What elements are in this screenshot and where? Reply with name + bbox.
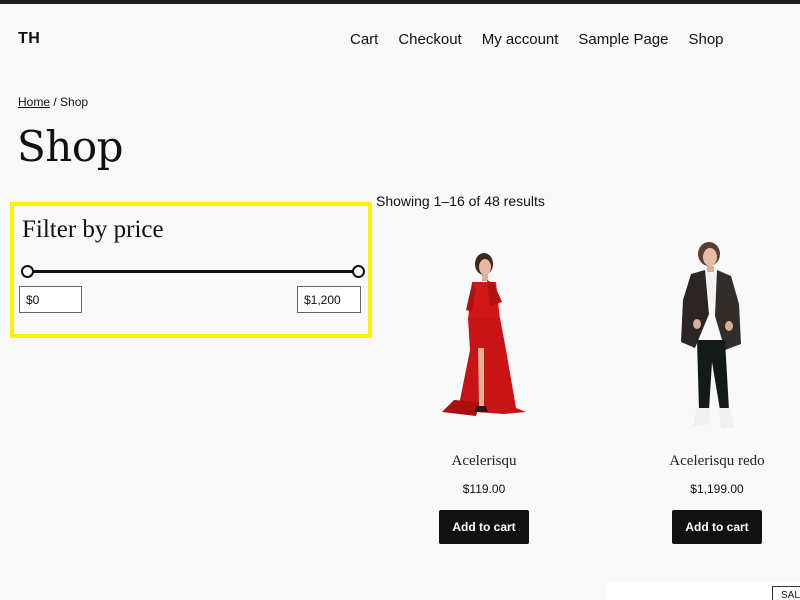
results-count: Showing 1–16 of 48 results	[376, 193, 545, 209]
nav-item-cart[interactable]: Cart	[350, 31, 378, 48]
breadcrumb-separator: /	[50, 95, 61, 109]
top-bar	[0, 0, 800, 4]
woman-red-dress-image[interactable]	[384, 240, 584, 435]
breadcrumb-home-link[interactable]: Home	[18, 95, 50, 109]
site-title[interactable]: TH	[18, 30, 40, 48]
nav-item-shop[interactable]: Shop	[688, 31, 723, 48]
sale-badge: SAL	[772, 586, 800, 600]
nav-item-sample-page[interactable]: Sample Page	[578, 31, 668, 48]
product-card: Acelerisqu redo $1,199.00 Add to cart	[617, 240, 800, 544]
woman-leather-jacket-image[interactable]	[617, 240, 800, 435]
product-price: $1,199.00	[690, 482, 744, 496]
price-filter-widget: Filter by price	[10, 202, 372, 338]
max-price-input[interactable]	[297, 286, 361, 313]
product-name[interactable]: Acelerisqu	[384, 453, 584, 470]
nav-item-my-account[interactable]: My account	[482, 31, 559, 48]
product-name[interactable]: Acelerisqu redo	[617, 453, 800, 470]
price-slider-track[interactable]	[28, 270, 360, 273]
filter-title: Filter by price	[22, 216, 164, 243]
add-to-cart-button[interactable]: Add to cart	[672, 510, 762, 544]
nav-item-checkout[interactable]: Checkout	[398, 31, 461, 48]
page-title: Shop	[17, 122, 124, 171]
product-card: Acelerisqu $119.00 Add to cart	[384, 240, 584, 544]
main-navigation: Cart Checkout My account Sample Page Sho…	[350, 31, 744, 48]
add-to-cart-button[interactable]: Add to cart	[439, 510, 529, 544]
breadcrumb-current: Shop	[60, 95, 89, 109]
breadcrumb: Home / Shop	[18, 95, 88, 109]
min-price-input[interactable]	[19, 286, 82, 313]
price-slider-max-handle[interactable]	[352, 265, 365, 278]
product-price: $119.00	[462, 482, 506, 496]
price-slider-min-handle[interactable]	[21, 265, 34, 278]
